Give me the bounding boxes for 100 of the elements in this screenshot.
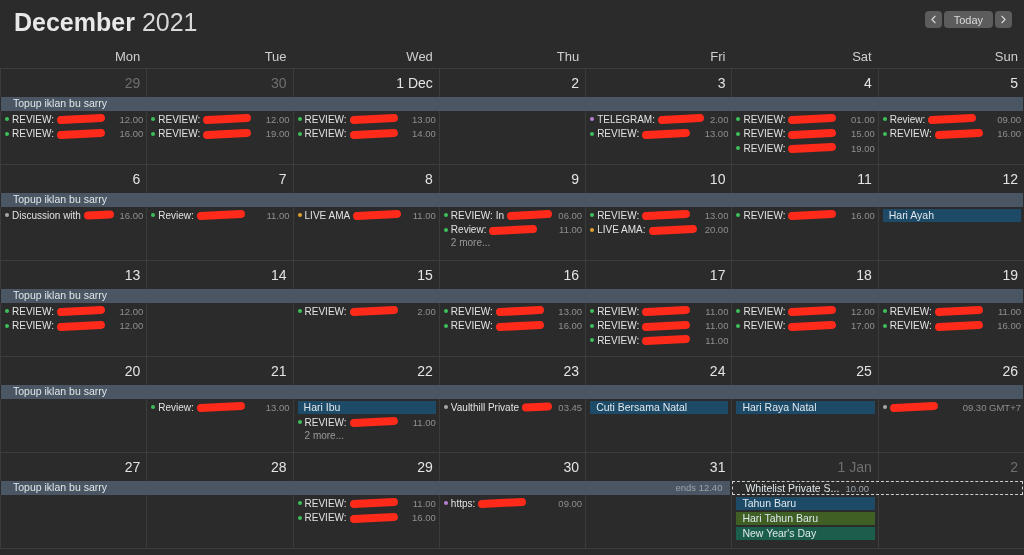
event-title[interactable]: REVIEW: (597, 305, 640, 317)
event-time: 16.00 (119, 128, 144, 140)
event-title[interactable]: REVIEW: (743, 142, 786, 154)
event-time: 13.00 (704, 209, 729, 221)
event-title[interactable]: REVIEW: (158, 113, 201, 125)
event-time: 17.00 (850, 320, 875, 332)
all-day-event[interactable]: Hari Tahun Baru (736, 512, 875, 525)
all-day-event[interactable]: Hari Raya Natal (736, 401, 875, 414)
event-title[interactable]: REVIEW: (304, 113, 347, 125)
event-banner[interactable]: Topup iklan bu sarry (1, 97, 1023, 111)
event-title[interactable]: Review: (158, 209, 194, 221)
weekday-label: Fri (709, 48, 727, 66)
event-title[interactable]: REVIEW: (450, 305, 493, 317)
event-time: 19.00 (850, 142, 875, 154)
event-title[interactable]: REVIEW: (743, 305, 786, 317)
day-number: 1 Jan (731, 453, 878, 481)
previous-button[interactable] (924, 11, 942, 28)
event-title[interactable]: Review: (889, 113, 926, 125)
event-time: 15.00 (850, 128, 875, 140)
event-time: 10.00 (845, 482, 870, 494)
event-title[interactable]: REVIEW: (158, 128, 201, 140)
more-events-link[interactable]: 2 more... (443, 237, 583, 249)
event-time: 09.30 GMT+7 (962, 401, 1021, 413)
event-title[interactable]: REVIEW: (597, 209, 640, 221)
event-time: 12.00 (119, 113, 144, 125)
event-time: 06.00 (558, 209, 583, 221)
event-title[interactable]: REVIEW: (304, 128, 347, 140)
event-title[interactable]: https: (450, 497, 476, 509)
event-banner[interactable]: Topup iklan bu sarry (1, 385, 1023, 399)
event-title[interactable]: REVIEW: (743, 209, 786, 221)
all-day-event[interactable]: Hari Ayah (882, 209, 1021, 222)
event-time: 11.00 (705, 334, 729, 346)
event-title[interactable]: REVIEW: (889, 320, 932, 332)
year-title: 2021 (141, 8, 198, 37)
weekday-label: Thu (555, 48, 581, 66)
event-title: Topup iklan bu sarry (13, 289, 107, 303)
event-time: 13.00 (704, 128, 729, 140)
weekday-label: Sun (993, 48, 1019, 66)
event-time: 03.45 (558, 401, 583, 413)
event-time: 11.00 (412, 209, 436, 221)
event-time: 14.00 (412, 128, 436, 140)
weekday-label: Tue (263, 48, 288, 66)
event-time: 11.00 (559, 224, 583, 236)
event-title[interactable]: REVIEW: (743, 320, 786, 332)
event-time: 11.00 (412, 416, 436, 428)
event-time: 09.00 (997, 113, 1021, 125)
event-time: 19.00 (265, 128, 290, 140)
event-time: 16.00 (119, 209, 144, 221)
event-time: 12.00 (119, 305, 144, 317)
event-title: Topup iklan bu sarry (13, 385, 107, 399)
event-title[interactable]: Discussion with (12, 209, 81, 221)
all-day-event[interactable]: Tahun Baru (736, 497, 875, 510)
event-time: 12.00 (850, 305, 875, 317)
month-title: December (14, 8, 135, 37)
all-day-event[interactable]: Cuti Bersama Natal (590, 401, 729, 414)
event-title[interactable]: REVIEW: In (450, 209, 504, 221)
event-title[interactable]: LIVE AMA (304, 209, 351, 221)
event-title[interactable]: Review: (158, 401, 194, 413)
event-title[interactable]: REVIEW: (743, 113, 786, 125)
event-title[interactable]: REVIEW: (12, 128, 55, 140)
all-day-event[interactable]: New Year's Day (736, 527, 875, 540)
event-title[interactable]: REVIEW: (304, 512, 347, 524)
multi-day-event[interactable]: Whitelist Private S... 10.00 (732, 481, 1023, 495)
event-title[interactable]: REVIEW: (304, 305, 347, 317)
event-time: 16.00 (997, 320, 1021, 332)
event-title[interactable]: REVIEW: (450, 320, 493, 332)
event-title[interactable]: REVIEW: (889, 305, 932, 317)
event-time: 11.00 (412, 497, 436, 509)
event-title[interactable]: Review: (450, 224, 487, 236)
event-title[interactable]: LIVE AMA: (597, 224, 646, 236)
weekday-label: Mon (114, 48, 142, 66)
all-day-event[interactable]: Hari Ibu (297, 401, 436, 414)
event-title[interactable]: REVIEW: (12, 320, 55, 332)
today-button[interactable]: Today (943, 11, 993, 28)
event-title[interactable]: REVIEW: (12, 113, 55, 125)
next-button[interactable] (995, 11, 1012, 28)
event-title[interactable]: REVIEW: (597, 128, 640, 140)
event-title[interactable]: Vaulthill Private (450, 401, 520, 413)
event-title[interactable]: REVIEW: (743, 128, 786, 140)
event-banner[interactable]: Topup iklan bu sarry (1, 289, 1023, 303)
more-events-link[interactable]: 2 more... (297, 429, 436, 442)
event-title[interactable]: REVIEW: (304, 497, 347, 509)
event-time: 16.00 (558, 320, 583, 332)
event-title[interactable]: REVIEW: (597, 320, 640, 332)
weekday-label: Sat (851, 48, 873, 66)
event-title[interactable]: REVIEW: (889, 128, 932, 140)
event-time: 01.00 (850, 113, 875, 125)
event-time: 13.00 (412, 113, 436, 125)
event-banner[interactable]: Topup iklan bu sarry ends 12.40 (1, 481, 731, 495)
event-title[interactable]: TELEGRAM: (597, 113, 655, 125)
event-title[interactable]: REVIEW: (304, 416, 347, 428)
event-title[interactable]: REVIEW: (597, 334, 640, 346)
event-title[interactable]: REVIEW: (12, 305, 55, 317)
event-time: 2.00 (709, 113, 729, 125)
event-time: 09.00 (558, 497, 583, 509)
event-title: Topup iklan bu sarry (13, 481, 107, 495)
event-banner[interactable]: Topup iklan bu sarry (1, 193, 1023, 207)
event-time: 11.00 (997, 305, 1021, 317)
event-time: 20.00 (704, 224, 729, 236)
event-time: 11.00 (266, 209, 290, 221)
